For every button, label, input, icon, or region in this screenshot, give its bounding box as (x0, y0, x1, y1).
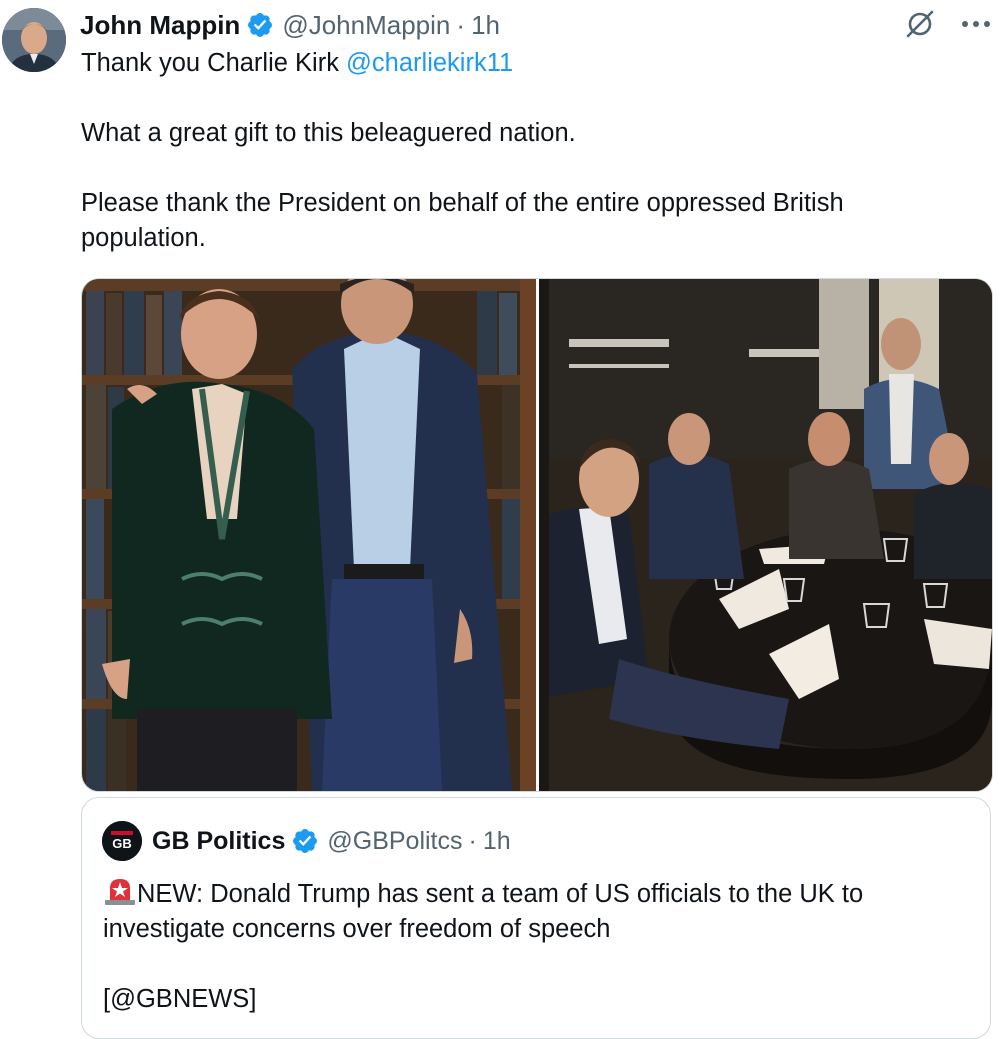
quoted-author-avatar[interactable]: GB (102, 821, 142, 861)
quoted-author-name[interactable]: GB Politics (152, 827, 285, 856)
gb-politics-logo-icon: GB (102, 821, 142, 861)
grok-button[interactable] (902, 6, 938, 42)
quoted-post-header: GB GB Politics @GBPolitcs · 1h (102, 821, 511, 861)
quoted-author-handle[interactable]: @GBPolitcs (327, 827, 462, 856)
post-text-line-1: Thank you Charlie Kirk @charliekirk11 (81, 46, 961, 81)
mention-link[interactable]: @charliekirk11 (346, 49, 513, 77)
author-avatar[interactable] (2, 8, 66, 72)
post-text-line-3: Please thank the President on behalf of … (81, 189, 844, 252)
quoted-post-text: NEW: Donald Trump has sent a team of US … (103, 876, 963, 1017)
verified-badge-icon (248, 13, 273, 37)
post-media (81, 278, 993, 792)
quoted-post-time[interactable]: 1h (483, 827, 511, 856)
post-text: Thank you Charlie Kirk @charliekirk11 Wh… (81, 46, 961, 256)
post-time[interactable]: 1h (471, 10, 500, 41)
post-text-line-2: What a great gift to this beleaguered na… (81, 119, 576, 147)
quoted-text-main: NEW: Donald Trump has sent a team of US … (103, 876, 963, 947)
quoted-text-source: [@GBNEWS] (103, 985, 257, 1013)
quoted-avatar-text: GB (112, 836, 132, 851)
rotating-light-emoji-icon (105, 879, 135, 905)
author-handle[interactable]: @JohnMappin (282, 10, 450, 41)
quoted-text-content: NEW: Donald Trump has sent a team of US … (103, 880, 864, 943)
post-header: John Mappin @JohnMappin · 1h (80, 8, 500, 42)
post-actions-top (902, 6, 994, 42)
more-options-button[interactable] (958, 6, 994, 42)
grok-icon (906, 10, 934, 38)
photo-left[interactable] (82, 279, 536, 791)
quoted-post[interactable]: GB GB Politics @GBPolitcs · 1h NEW: Dona… (81, 797, 991, 1039)
separator-dot: · (468, 826, 477, 855)
verified-badge-icon (293, 829, 318, 853)
post-text-thanks: Thank you Charlie Kirk (81, 49, 347, 77)
photo-right[interactable] (539, 279, 992, 791)
more-options-icon (962, 21, 990, 27)
author-name[interactable]: John Mappin (80, 10, 240, 41)
separator-dot: · (456, 9, 466, 40)
